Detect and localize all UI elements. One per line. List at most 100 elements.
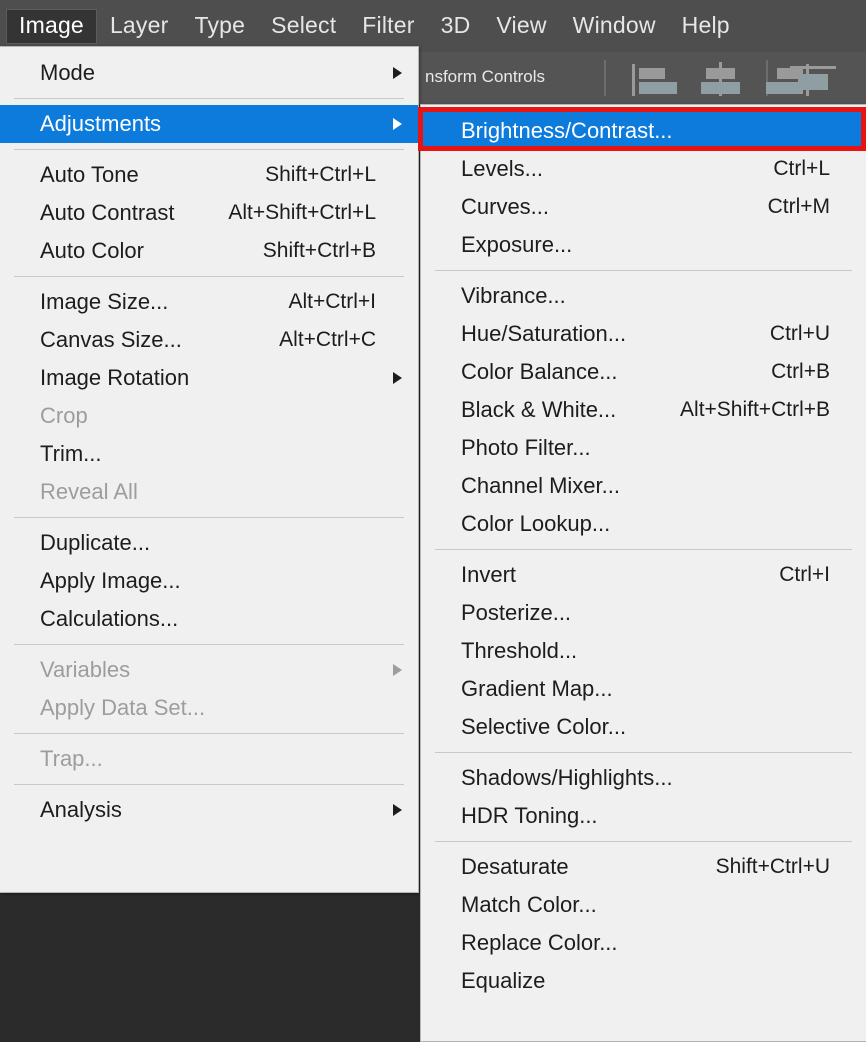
menubar-item-type[interactable]: Type [181,9,258,44]
menu-item-label: Apply Data Set... [40,695,206,720]
photoshop-window: Image Layer Type Select Filter 3D View Window He… [0,0,866,1042]
align-buttons-group [630,62,812,96]
menu-separator [14,644,404,645]
menu-item-label: Calculations... [40,606,179,631]
menubar-item-3d[interactable]: 3D [428,9,484,44]
menu-item-shortcut: Alt+Shift+Ctrl+L [228,201,376,224]
menu-item-label: Posterize... [461,600,572,625]
menu-item-variables: Variables [0,651,418,689]
menu-item-label: Black & White... [461,397,617,422]
align-left-edges-icon[interactable] [630,62,677,96]
menu-item-vibrance[interactable]: Vibrance... [421,277,866,315]
menu-item-desaturate[interactable]: Desaturate Shift+Ctrl+U [421,848,866,886]
menu-item-color-lookup[interactable]: Color Lookup... [421,505,866,543]
menu-separator [435,752,852,753]
menu-item-channel-mixer[interactable]: Channel Mixer... [421,467,866,505]
menu-separator [435,270,852,271]
menu-item-duplicate[interactable]: Duplicate... [0,524,418,562]
menu-item-image-rotation[interactable]: Image Rotation [0,359,418,397]
menu-item-label: Desaturate [461,854,569,879]
menu-item-label: Invert [461,562,517,587]
menu-item-apply-data-set: Apply Data Set... [0,689,418,727]
menu-item-shortcut: Shift+Ctrl+U [715,855,830,878]
canvas-dark-region [0,892,418,1042]
menu-item-label: Threshold... [461,638,578,663]
menu-item-auto-color[interactable]: Auto Color Shift+Ctrl+B [0,232,418,270]
menubar-item-select[interactable]: Select [258,9,349,44]
menu-item-image-size[interactable]: Image Size... Alt+Ctrl+I [0,283,418,321]
menu-separator [14,784,404,785]
menu-item-analysis[interactable]: Analysis [0,791,418,829]
menu-item-equalize[interactable]: Equalize [421,962,866,1000]
menu-item-label: Gradient Map... [461,676,613,701]
menu-item-label: HDR Toning... [461,803,598,828]
menu-item-black-white[interactable]: Black & White... Alt+Shift+Ctrl+B [421,391,866,429]
menu-item-mode[interactable]: Mode [0,54,418,92]
menubar-item-layer[interactable]: Layer [97,9,182,44]
menu-top-padding [421,105,866,112]
menu-item-label: Shadows/Highlights... [461,765,673,790]
menubar-item-window[interactable]: Window [560,9,669,44]
menu-item-trap: Trap... [0,740,418,778]
menu-item-shortcut: Ctrl+U [769,322,830,345]
adjustments-submenu: Brightness/Contrast... Levels... Ctrl+L Cur… [420,104,866,1042]
menu-item-invert[interactable]: Invert Ctrl+I [421,556,866,594]
menu-item-label: Trim... [40,441,102,466]
menu-item-label: Analysis [40,797,122,822]
menu-item-adjustments[interactable]: Adjustments [0,105,418,143]
menu-item-match-color[interactable]: Match Color... [421,886,866,924]
menubar-item-view[interactable]: View [483,9,559,44]
menu-item-label: Match Color... [461,892,597,917]
menu-item-label: Color Lookup... [461,511,611,536]
menu-item-calculations[interactable]: Calculations... [0,600,418,638]
menu-top-padding [0,47,418,54]
menu-item-photo-filter[interactable]: Photo Filter... [421,429,866,467]
menu-item-auto-tone[interactable]: Auto Tone Shift+Ctrl+L [0,156,418,194]
menu-item-replace-color[interactable]: Replace Color... [421,924,866,962]
menu-item-label: Vibrance... [461,283,566,308]
menu-item-hue-saturation[interactable]: Hue/Saturation... Ctrl+U [421,315,866,353]
menu-item-label: Reveal All [40,479,138,504]
menu-item-label: Trap... [40,746,103,771]
menu-item-label: Selective Color... [461,714,627,739]
menu-item-label: Curves... [461,194,550,219]
application-menubar: Image Layer Type Select Filter 3D View Window He… [0,0,866,52]
menu-item-trim[interactable]: Trim... [0,435,418,473]
menu-item-shortcut: Ctrl+M [767,195,830,218]
menu-item-curves[interactable]: Curves... Ctrl+M [421,188,866,226]
menubar-item-image[interactable]: Image [6,8,97,44]
menu-item-posterize[interactable]: Posterize... [421,594,866,632]
menu-item-label: Levels... [461,156,543,181]
menu-item-threshold[interactable]: Threshold... [421,632,866,670]
menu-item-auto-contrast[interactable]: Auto Contrast Alt+Shift+Ctrl+L [0,194,418,232]
menu-separator [14,733,404,734]
align-top-edges-icon[interactable] [790,62,836,96]
menu-item-shortcut: Shift+Ctrl+L [265,163,376,186]
menu-item-selective-color[interactable]: Selective Color... [421,708,866,746]
menu-item-canvas-size[interactable]: Canvas Size... Alt+Ctrl+C [0,321,418,359]
menu-item-label: Brightness/Contrast... [461,118,673,143]
menu-item-brightness-contrast[interactable]: Brightness/Contrast... [421,112,866,150]
menu-item-shortcut: Ctrl+L [773,157,830,180]
menubar-item-filter[interactable]: Filter [349,9,427,44]
menu-item-exposure[interactable]: Exposure... [421,226,866,264]
menu-separator [435,549,852,550]
menu-item-apply-image[interactable]: Apply Image... [0,562,418,600]
menu-item-color-balance[interactable]: Color Balance... Ctrl+B [421,353,866,391]
menu-item-label: Adjustments [40,111,162,136]
menu-item-shortcut: Shift+Ctrl+B [262,239,376,262]
menu-item-shortcut: Ctrl+I [779,563,830,586]
menu-item-label: Auto Color [40,238,144,263]
menu-item-label: Canvas Size... [40,327,182,352]
menu-item-label: Image Size... [40,289,169,314]
align-horizontal-centers-icon[interactable] [698,62,744,96]
menu-item-shadows-highlights[interactable]: Shadows/Highlights... [421,759,866,797]
menu-item-shortcut: Alt+Ctrl+C [279,328,376,351]
menu-item-gradient-map[interactable]: Gradient Map... [421,670,866,708]
menubar-item-help[interactable]: Help [669,9,743,44]
menu-item-levels[interactable]: Levels... Ctrl+L [421,150,866,188]
menu-item-hdr-toning[interactable]: HDR Toning... [421,797,866,835]
menu-item-shortcut: Alt+Shift+Ctrl+B [680,398,830,421]
options-separator-1 [604,60,606,96]
submenu-arrow-icon [393,372,402,384]
